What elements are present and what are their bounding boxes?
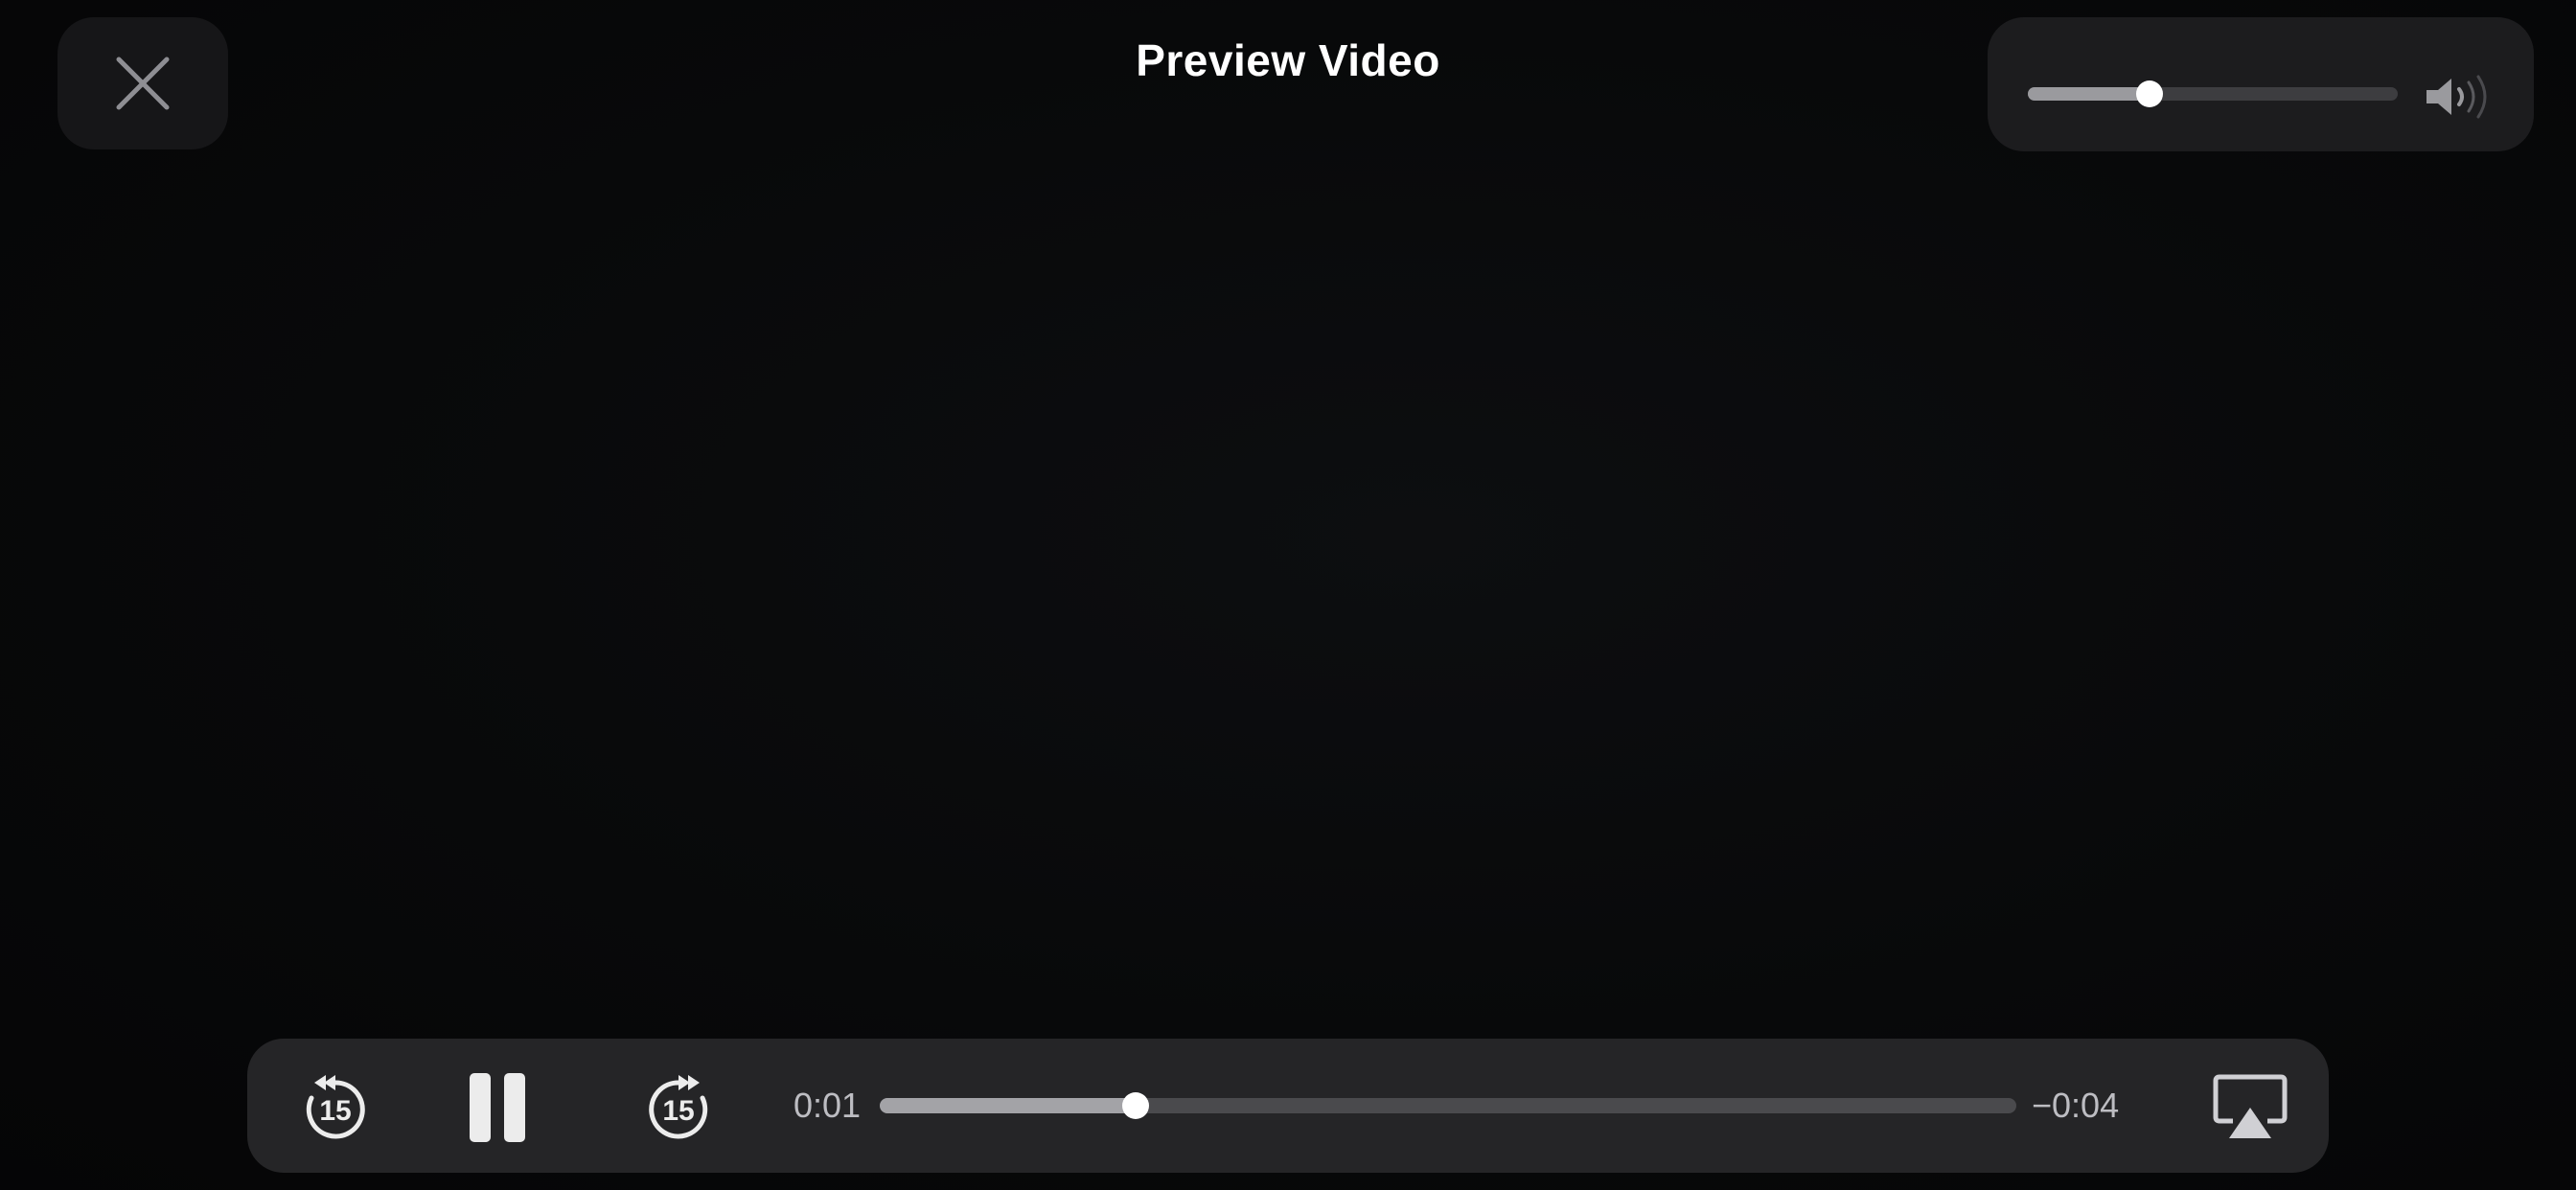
skip-back-button[interactable]: 15 [297, 1069, 374, 1146]
airplay-icon [2213, 1074, 2288, 1138]
time-elapsed: 0:01 [794, 1086, 862, 1125]
close-icon [116, 57, 170, 110]
playback-scrubber[interactable] [880, 1092, 2016, 1119]
pause-bar-right [504, 1073, 525, 1142]
pause-button[interactable] [464, 1073, 531, 1142]
page-title: Preview Video [1136, 35, 1440, 85]
pause-bar-left [470, 1073, 491, 1142]
time-remaining: −0:04 [2032, 1086, 2120, 1125]
volume-slider[interactable] [2028, 80, 2398, 107]
video-player-screen: Preview Video 15 15 0:01 −0:04 [0, 0, 2576, 1190]
scrubber-progress [880, 1098, 1136, 1113]
video-surface[interactable] [0, 0, 2576, 1190]
pause-icon [464, 1073, 531, 1142]
scrubber-knob[interactable] [1121, 1092, 1149, 1119]
close-button[interactable] [58, 17, 228, 149]
transport-controls: 15 15 0:01 −0:04 [247, 1039, 2329, 1173]
volume-fill [2028, 87, 2150, 101]
airplay-button[interactable] [2212, 1071, 2288, 1144]
speaker-volume-icon [2426, 75, 2487, 119]
skip-forward-label: 15 [662, 1095, 695, 1127]
skip-forward-button[interactable]: 15 [640, 1069, 717, 1146]
skip-back-label: 15 [319, 1095, 352, 1127]
volume-knob[interactable] [2136, 80, 2164, 107]
volume-control [1988, 17, 2534, 151]
